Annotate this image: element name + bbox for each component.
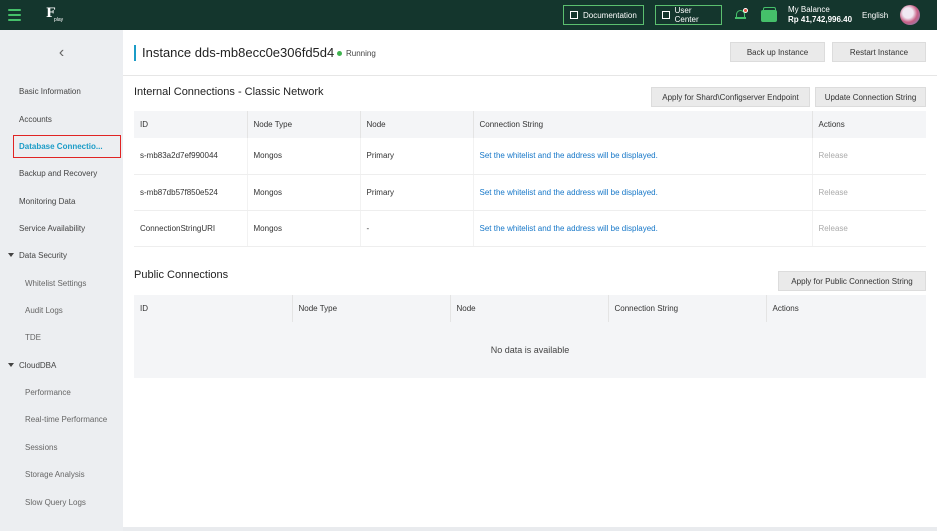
sidebar-group-label: CloudDBA [19, 360, 57, 370]
avatar[interactable] [900, 5, 920, 25]
public-connections-table: ID Node Type Node Connection String Acti… [134, 295, 926, 322]
sidebar-item-performance[interactable]: Performance [0, 382, 123, 402]
column-header: Actions [766, 295, 926, 322]
sidebar-item-storage-analysis[interactable]: Storage Analysis [0, 464, 123, 484]
sidebar-group-label: Data Security [19, 250, 68, 260]
sidebar-item-service-availability[interactable]: Service Availability [0, 218, 123, 238]
internal-connections-title: Internal Connections - Classic Network [134, 86, 324, 98]
documentation-button[interactable]: Documentation [563, 5, 644, 25]
table-header-row: ID Node Type Node Connection String Acti… [134, 295, 926, 322]
release-action[interactable]: Release [812, 210, 926, 247]
sidebar-item-basic-information[interactable]: Basic Information [0, 81, 123, 101]
sidebar-group-clouddba[interactable]: CloudDBA [0, 355, 123, 375]
page-title: Instance dds-mb8ecc0e306fd5d4 [142, 45, 335, 60]
update-connection-string-button[interactable]: Update Connection String [815, 87, 926, 107]
sidebar-item-database-connection[interactable]: Database Connectio... [0, 136, 123, 156]
balance-value: Rp 41,742,996.40 [788, 15, 853, 24]
public-connections-title: Public Connections [134, 269, 229, 281]
title-accent [134, 45, 136, 61]
menu-icon[interactable] [8, 9, 21, 21]
chevron-left-icon: ‹ [58, 44, 65, 61]
status-text: Running [346, 49, 376, 58]
cell-node-type: Mongos [247, 174, 361, 211]
cell-node: - [360, 210, 474, 247]
monitor-icon [662, 11, 670, 19]
internal-connections-table: ID Node Type Node Connection String Acti… [134, 111, 926, 247]
cell-node-type: Mongos [247, 210, 361, 247]
bell-icon[interactable] [735, 8, 748, 20]
user-center-label: User Center [674, 6, 699, 24]
user-center-button[interactable]: User Center [655, 5, 722, 25]
sidebar-item-backup-recovery[interactable]: Backup and Recovery [0, 163, 123, 183]
release-action[interactable]: Release [812, 138, 926, 175]
notification-dot [743, 8, 748, 13]
sidebar-item-accounts[interactable]: Accounts [0, 109, 123, 129]
set-whitelist-link[interactable]: Set the whitelist and the address will b… [473, 138, 813, 175]
sidebar-item-audit-logs[interactable]: Audit Logs [0, 300, 123, 320]
set-whitelist-link[interactable]: Set the whitelist and the address will b… [473, 210, 813, 247]
sidebar: ‹ Basic Information Accounts Database Co… [0, 30, 123, 531]
sidebar-group-data-security[interactable]: Data Security [0, 245, 123, 265]
restart-instance-button[interactable]: Restart Instance [832, 42, 926, 62]
column-header: Connection String [608, 295, 767, 322]
logo-sub: play [54, 17, 64, 23]
sidebar-item-sessions[interactable]: Sessions [0, 437, 123, 457]
column-header: Node Type [292, 295, 451, 322]
set-whitelist-link[interactable]: Set the whitelist and the address will b… [473, 174, 813, 211]
sidebar-item-whitelist-settings[interactable]: Whitelist Settings [0, 273, 123, 293]
table-row: s-mb83a2d7ef990044 Mongos Primary Set th… [134, 138, 926, 175]
instance-header: Instance dds-mb8ecc0e306fd5d4 Running Ba… [123, 30, 937, 76]
status-badge: Running [337, 49, 376, 58]
cell-node: Primary [360, 138, 474, 175]
brand-logo[interactable]: Fplay [46, 6, 68, 24]
column-header: Connection String [473, 111, 813, 138]
table-row: s-mb87db57f850e524 Mongos Primary Set th… [134, 174, 926, 211]
cell-node: Primary [360, 174, 474, 211]
status-dot [337, 51, 342, 56]
column-header: ID [134, 111, 248, 138]
apply-public-connection-button[interactable]: Apply for Public Connection String [778, 271, 926, 291]
language-selector[interactable]: English [862, 11, 888, 20]
sidebar-item-tde[interactable]: TDE [0, 327, 123, 347]
wallet-icon[interactable] [761, 7, 777, 22]
sidebar-item-monitoring-data[interactable]: Monitoring Data [0, 191, 123, 211]
documentation-label: Documentation [583, 10, 637, 20]
release-action[interactable]: Release [812, 174, 926, 211]
column-header: ID [134, 295, 293, 322]
bottom-strip [123, 527, 937, 531]
column-header: Actions [812, 111, 926, 138]
collapse-sidebar-button[interactable]: ‹ [0, 30, 123, 76]
column-header: Node [360, 111, 474, 138]
cell-id: s-mb83a2d7ef990044 [134, 138, 248, 175]
document-icon [570, 11, 578, 19]
empty-state: No data is available [134, 322, 926, 378]
balance-display: My Balance Rp 41,742,996.40 [788, 5, 852, 25]
caret-down-icon [8, 363, 14, 367]
table-row: ConnectionStringURI Mongos - Set the whi… [134, 210, 926, 247]
apply-shard-endpoint-button[interactable]: Apply for Shard\Configserver Endpoint [651, 87, 810, 107]
main-content: Instance dds-mb8ecc0e306fd5d4 Running Ba… [123, 30, 937, 527]
column-header: Node Type [247, 111, 361, 138]
column-header: Node [450, 295, 609, 322]
caret-down-icon [8, 253, 14, 257]
cell-node-type: Mongos [247, 138, 361, 175]
top-bar: Fplay Documentation User Center My Balan… [0, 0, 937, 30]
sidebar-item-slow-query-logs[interactable]: Slow Query Logs [0, 492, 123, 512]
backup-instance-button[interactable]: Back up Instance [730, 42, 825, 62]
sidebar-item-realtime-performance[interactable]: Real-time Performance [0, 409, 123, 429]
cell-id: s-mb87db57f850e524 [134, 174, 248, 211]
table-header-row: ID Node Type Node Connection String Acti… [134, 111, 926, 138]
balance-label: My Balance [788, 5, 830, 14]
cell-id: ConnectionStringURI [134, 210, 248, 247]
